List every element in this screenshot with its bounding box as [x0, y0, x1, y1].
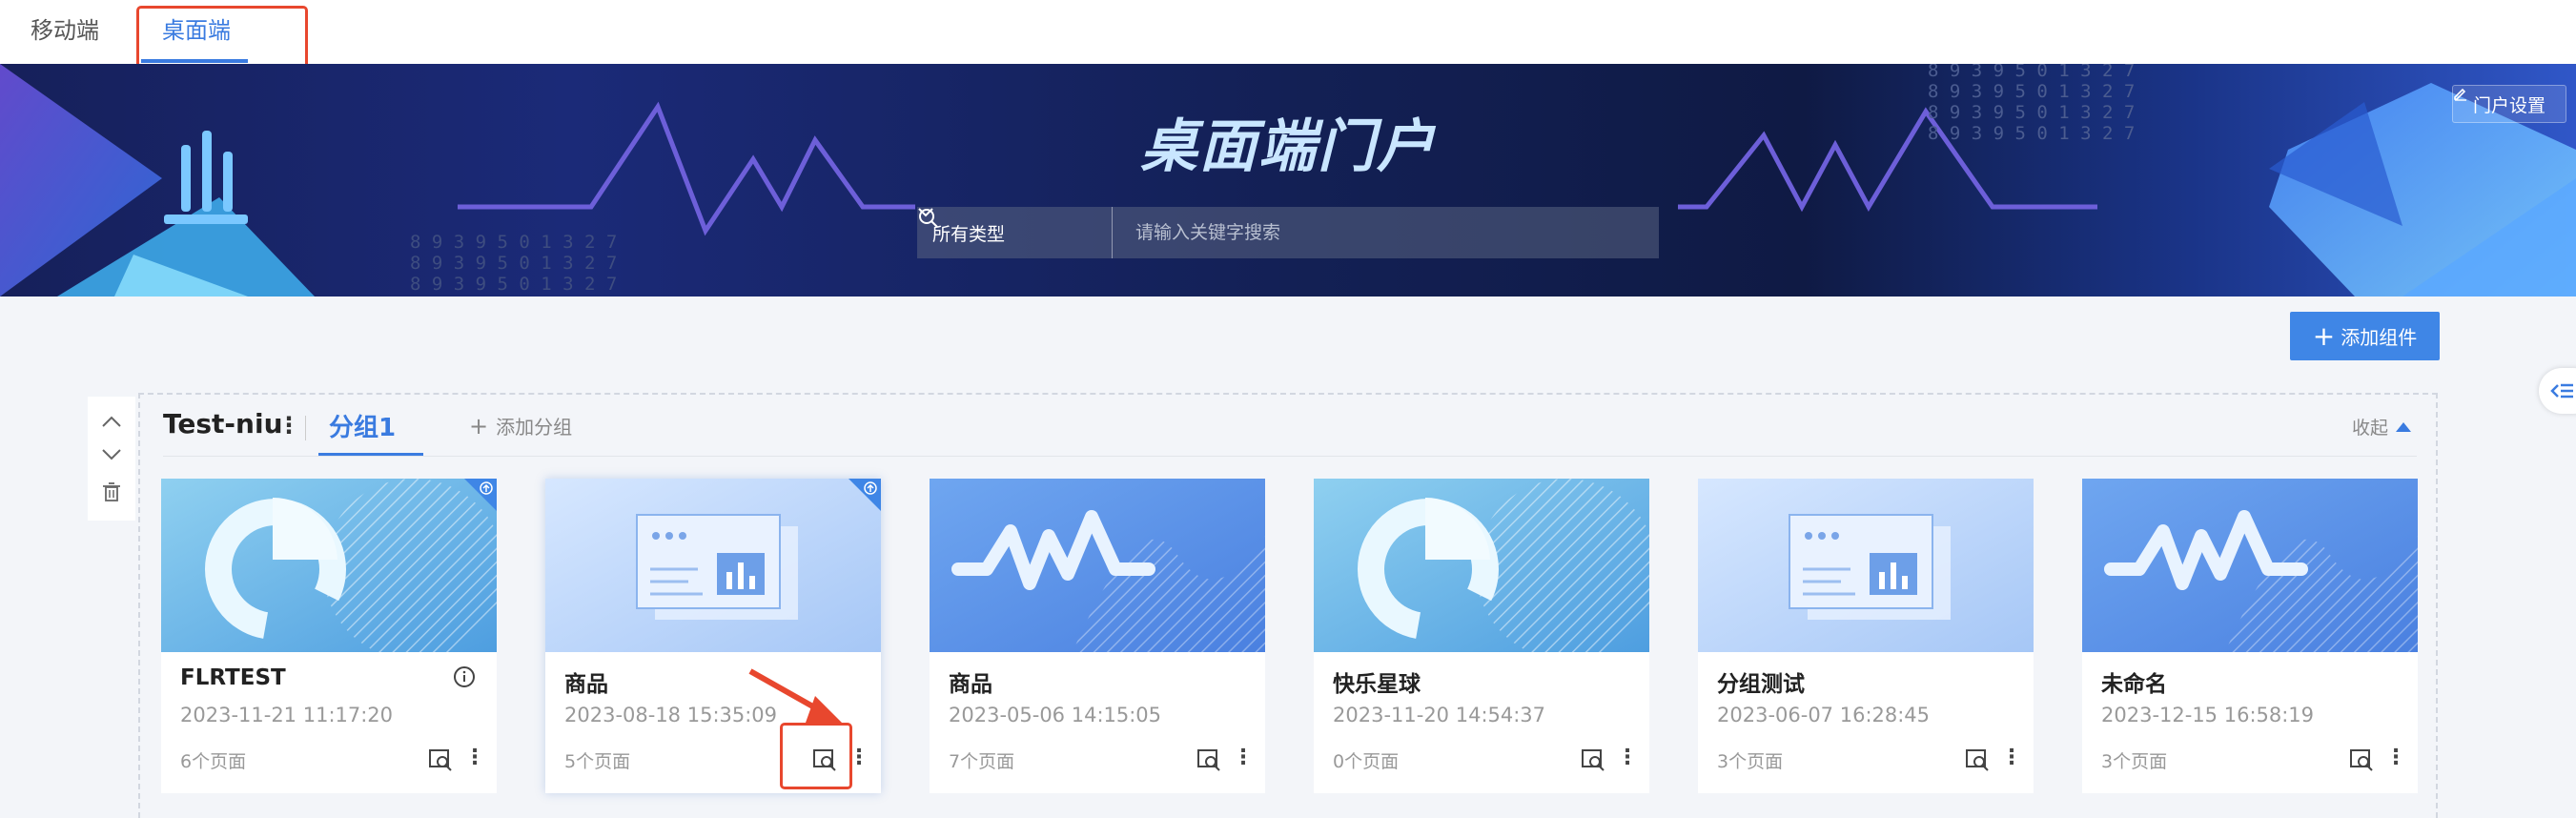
card-title: FLRTEST [180, 665, 286, 690]
search-bar: 所有类型 [917, 207, 1659, 258]
card-page-count: 6个页面 [180, 751, 247, 772]
card-more-icon[interactable]: ⋮ [2385, 746, 2406, 769]
group-control-panel [88, 397, 135, 521]
top-tab-bar: 移动端 桌面端 [0, 0, 2576, 80]
card-page-count: 7个页面 [949, 751, 1015, 772]
add-group-label: 添加分组 [496, 416, 573, 439]
portal-card[interactable]: 分组测试 2023-06-07 16:28:45 3个页面 ⋮ [1698, 479, 2034, 793]
publish-icon [480, 481, 493, 495]
subtab-group-1[interactable]: 分组1 [329, 408, 396, 443]
publish-icon [864, 481, 877, 495]
card-date: 2023-11-21 11:17:20 [180, 704, 394, 726]
card-date: 2023-05-06 14:15:05 [949, 704, 1162, 726]
portal-banner: 8 9 3 9 5 0 1 3 2 78 9 3 9 5 0 1 3 2 78 … [0, 64, 2576, 297]
portal-card[interactable]: FLRTEST 2023-11-21 11:17:20 6个页面 ⋮ [161, 479, 497, 793]
edit-icon [2454, 88, 2466, 101]
portal-settings-button[interactable]: 门户设置 [2452, 85, 2566, 123]
group-header-divider [163, 456, 2417, 457]
group-more-icon[interactable]: ⋮ [277, 412, 300, 439]
card-page-count: 0个页面 [1333, 751, 1400, 772]
card-more-icon[interactable]: ⋮ [464, 746, 485, 769]
type-select-value: 所有类型 [932, 223, 1006, 245]
collapse-label: 收起 [2352, 418, 2389, 439]
card-thumbnail[interactable] [2082, 479, 2418, 652]
card-thumbnail[interactable] [545, 479, 881, 652]
card-date: 2023-08-18 15:35:09 [564, 704, 778, 726]
trash-icon[interactable] [102, 481, 121, 502]
preview-icon[interactable] [1581, 747, 1605, 772]
search-icon [919, 209, 938, 228]
side-panel-toggle[interactable] [2539, 368, 2576, 414]
card-date: 2023-12-15 16:58:19 [2101, 704, 2315, 726]
card-page-count: 5个页面 [564, 751, 631, 772]
add-group-button[interactable]: + 添加分组 [469, 412, 572, 440]
info-icon[interactable] [453, 665, 476, 688]
card-date: 2023-11-20 14:54:37 [1333, 704, 1546, 726]
add-component-label: 添加组件 [2341, 326, 2418, 349]
card-title: 快乐星球 [1333, 672, 1421, 697]
card-title: 未命名 [2101, 672, 2167, 697]
card-page-count: 3个页面 [1717, 751, 1784, 772]
plus-icon: + [469, 412, 489, 440]
card-thumbnail[interactable] [930, 479, 1265, 652]
annotation-highlight-preview [780, 723, 852, 789]
card-more-icon[interactable]: ⋮ [2001, 746, 2022, 769]
portal-title: 桌面端门户 [1140, 113, 1436, 180]
move-down-icon[interactable] [101, 448, 122, 461]
move-up-icon[interactable] [101, 415, 122, 428]
card-more-icon[interactable]: ⋮ [1617, 746, 1638, 769]
portal-card[interactable]: 未命名 2023-12-15 16:58:19 3个页面 ⋮ [2082, 479, 2418, 793]
component-group: Test-niu ⋮ 分组1 + 添加分组 收起 FLRTEST 2023-11… [138, 393, 2438, 818]
plus-icon: + [2312, 319, 2336, 352]
add-component-button[interactable]: + 添加组件 [2290, 312, 2440, 360]
card-date: 2023-06-07 16:28:45 [1717, 704, 1931, 726]
card-thumbnail[interactable] [1314, 479, 1649, 652]
portal-settings-label: 门户设置 [2472, 94, 2545, 116]
caret-up-icon [2396, 421, 2412, 432]
divider [305, 416, 306, 440]
preview-icon[interactable] [1965, 747, 1990, 772]
type-select[interactable]: 所有类型 [917, 207, 1113, 258]
collapse-list-icon [2550, 383, 2573, 399]
preview-icon[interactable] [428, 747, 453, 772]
collapse-button[interactable]: 收起 [2352, 414, 2412, 440]
card-thumbnail[interactable] [161, 479, 497, 652]
search-input[interactable] [1113, 207, 1613, 258]
preview-icon[interactable] [1196, 747, 1221, 772]
card-more-icon[interactable]: ⋮ [1233, 746, 1254, 769]
preview-icon[interactable] [2349, 747, 2374, 772]
card-title: 分组测试 [1717, 672, 1805, 697]
card-page-count: 3个页面 [2101, 751, 2168, 772]
search-button[interactable] [919, 207, 1659, 258]
portal-card[interactable]: 商品 2023-05-06 14:15:05 7个页面 ⋮ [930, 479, 1265, 793]
tab-mobile[interactable]: 移动端 [31, 11, 99, 45]
card-thumbnail[interactable] [1698, 479, 2034, 652]
digit-decoration-left: 8 9 3 9 5 0 1 3 2 78 9 3 9 5 0 1 3 2 78 … [410, 232, 618, 295]
group-name: Test-niu [163, 408, 283, 440]
card-title: 商品 [949, 672, 992, 697]
portal-card[interactable]: 快乐星球 2023-11-20 14:54:37 0个页面 ⋮ [1314, 479, 1649, 793]
card-title: 商品 [564, 672, 608, 697]
